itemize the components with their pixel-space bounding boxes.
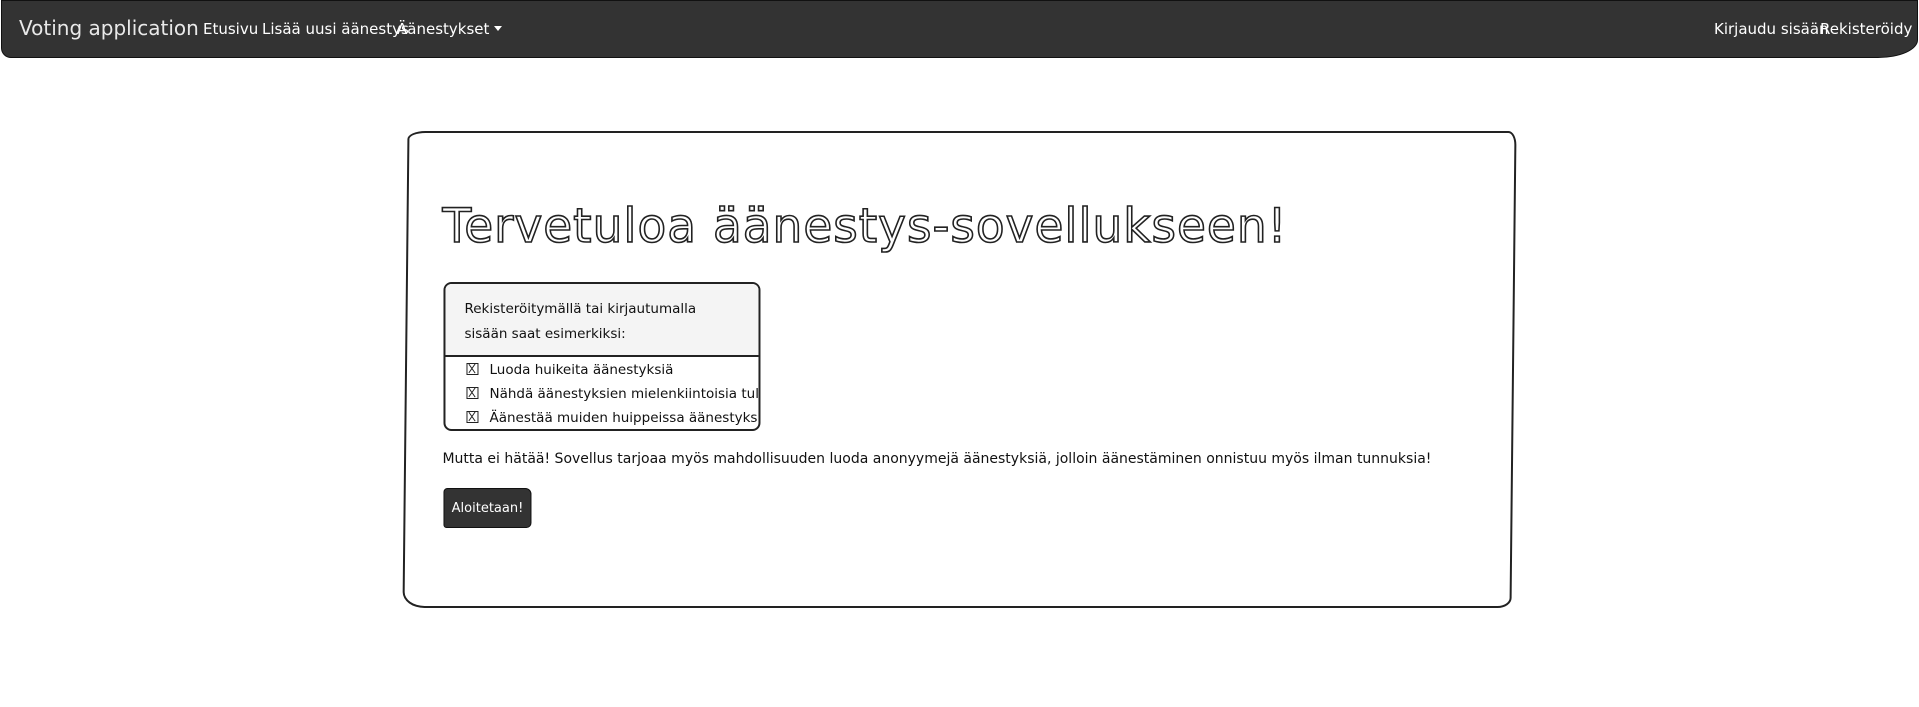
anonymous-info-text: Mutta ei hätää! Sovellus tarjoaa myös ma… [442, 451, 1432, 467]
caret-down-icon [494, 26, 503, 31]
start-button[interactable]: Aloitetaan! [443, 488, 532, 528]
checkbox-x-icon [466, 387, 479, 399]
checkbox-x-icon [466, 411, 479, 423]
brand-link[interactable]: Voting application [19, 16, 199, 40]
nav-link-etusivu[interactable]: Etusivu [203, 20, 258, 38]
navbar: Voting application Etusivu Lisää uusi ää… [1, 0, 1918, 58]
features-list: Luoda huikeita äänestyksiä Nähdä äänesty… [445, 358, 761, 430]
features-card-header: Rekisteröitymällä tai kirjautumalla sisä… [445, 284, 759, 357]
list-item: Luoda huikeita äänestyksiä [445, 358, 758, 382]
nav-link-register[interactable]: Rekisteröidy [1820, 20, 1912, 38]
list-item: Nähdä äänestyksien mielenkiintoisia tulo… [445, 382, 761, 406]
nav-dropdown-label: Äänestykset [397, 20, 490, 38]
features-card: Rekisteröitymällä tai kirjautumalla sisä… [443, 282, 761, 431]
page-title: Tervetuloa äänestys-sovellukseen! [442, 198, 1289, 255]
nav-link-login[interactable]: Kirjaudu sisään [1714, 20, 1829, 38]
checkbox-x-icon [466, 363, 479, 375]
feature-label: Nähdä äänestyksien mielenkiintoisia tulo… [489, 386, 761, 402]
nav-dropdown-polls[interactable]: Äänestykset [397, 20, 503, 38]
feature-label: Luoda huikeita äänestyksiä [489, 362, 674, 378]
nav-link-add-poll[interactable]: Lisää uusi äänestys [262, 20, 409, 38]
list-item: Äänestää muiden huippeissa äänestyksissä [445, 406, 761, 430]
welcome-jumbotron: Tervetuloa äänestys-sovellukseen! Rekist… [402, 131, 1517, 608]
feature-label: Äänestää muiden huippeissa äänestyksissä [489, 410, 761, 426]
